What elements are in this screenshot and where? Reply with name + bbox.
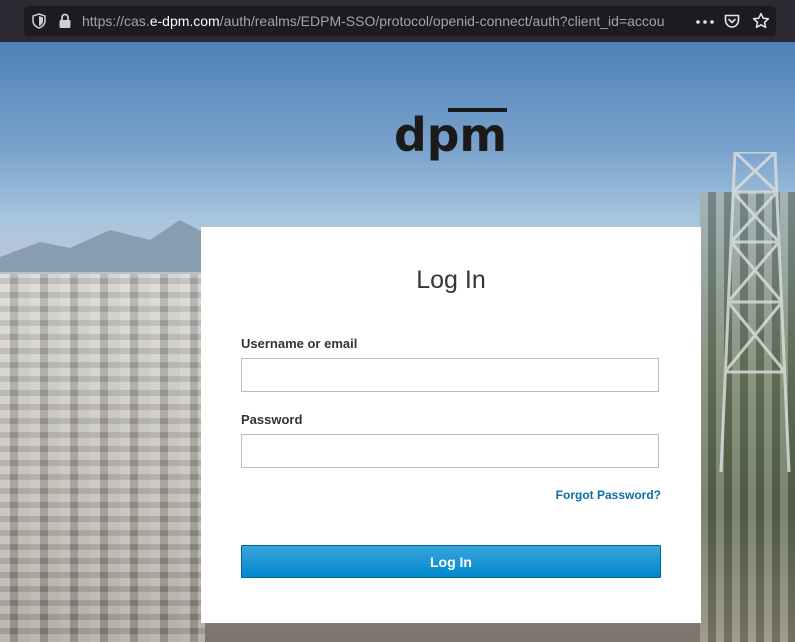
lock-icon[interactable] bbox=[58, 13, 72, 29]
page-title: Log In bbox=[416, 266, 486, 294]
antenna-tower bbox=[719, 152, 791, 472]
address-bar[interactable]: https://cas.e-dpm.com/auth/realms/EDPM-S… bbox=[24, 6, 776, 36]
pocket-icon[interactable] bbox=[724, 13, 740, 29]
login-button[interactable]: Log In bbox=[241, 545, 661, 578]
shield-icon[interactable] bbox=[32, 13, 46, 29]
password-label: Password bbox=[241, 412, 303, 427]
url-prefix: https://cas. bbox=[82, 13, 150, 29]
url-path: /auth/realms/EDPM-SSO/protocol/openid-co… bbox=[219, 13, 665, 29]
username-field[interactable] bbox=[241, 358, 659, 392]
login-card: Log In Username or email Password Forgot… bbox=[201, 227, 701, 623]
url-text[interactable]: https://cas.e-dpm.com/auth/realms/EDPM-S… bbox=[82, 13, 688, 29]
logo-text: dpm bbox=[394, 108, 507, 162]
username-label: Username or email bbox=[241, 336, 358, 351]
browser-toolbar: https://cas.e-dpm.com/auth/realms/EDPM-S… bbox=[0, 0, 795, 42]
forgot-password-link[interactable]: Forgot Password? bbox=[556, 488, 661, 502]
city-buildings-left bbox=[0, 274, 205, 642]
password-field[interactable] bbox=[241, 434, 659, 468]
dpm-logo: dpm bbox=[394, 108, 507, 162]
more-icon[interactable] bbox=[696, 20, 714, 24]
star-icon[interactable] bbox=[752, 12, 770, 30]
url-host: e-dpm.com bbox=[149, 13, 220, 29]
